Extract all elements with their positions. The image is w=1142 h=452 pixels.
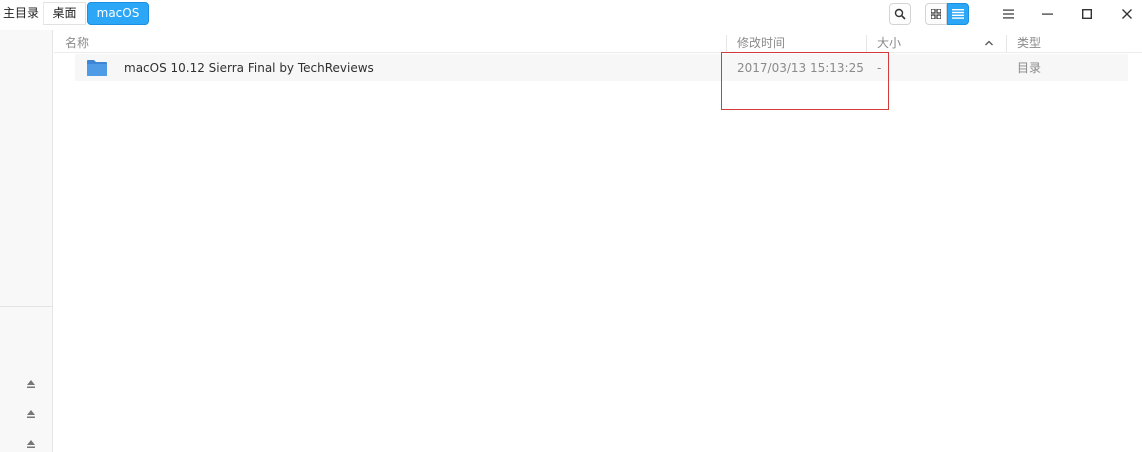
column-header: 名称 修改时间 大小 类型: [54, 35, 1142, 53]
maximize-icon: [1082, 9, 1092, 19]
close-button[interactable]: [1116, 3, 1138, 25]
annotation-highlight-box: [721, 52, 889, 110]
column-size-header[interactable]: 大小: [877, 35, 901, 52]
breadcrumb-home[interactable]: 主目录: [0, 2, 42, 25]
eject-icon[interactable]: [26, 409, 36, 419]
table-row[interactable]: macOS 10.12 Sierra Final by TechReviews …: [75, 54, 1128, 81]
sort-ascending-icon: [985, 40, 993, 46]
list-view-button[interactable]: [947, 3, 969, 25]
search-button[interactable]: [889, 3, 911, 25]
file-type: 目录: [1017, 61, 1042, 75]
breadcrumb-desktop[interactable]: 桌面: [43, 2, 86, 25]
column-separator[interactable]: [866, 35, 867, 52]
menu-button[interactable]: [997, 3, 1019, 25]
maximize-button[interactable]: [1076, 3, 1098, 25]
grid-icon: [931, 9, 941, 19]
folder-icon: [87, 60, 107, 76]
column-separator[interactable]: [726, 35, 727, 52]
minimize-icon: [1041, 13, 1053, 15]
eject-icon[interactable]: [26, 379, 36, 389]
breadcrumb-current[interactable]: macOS: [87, 2, 149, 25]
hamburger-icon: [1002, 9, 1014, 19]
column-type-header[interactable]: 类型: [1017, 35, 1041, 52]
close-icon: [1122, 9, 1132, 19]
column-name-header[interactable]: 名称: [65, 35, 89, 52]
title-bar: 主目录 桌面 macOS: [0, 0, 1142, 30]
minimize-button[interactable]: [1036, 3, 1058, 25]
column-modified-header[interactable]: 修改时间: [737, 35, 785, 52]
icon-view-button[interactable]: [925, 3, 947, 25]
sidebar: [0, 30, 53, 452]
file-name: macOS 10.12 Sierra Final by TechReviews: [124, 61, 374, 75]
eject-icon[interactable]: [26, 439, 36, 449]
sidebar-divider: [0, 306, 53, 307]
search-icon: [894, 8, 906, 20]
list-icon: [952, 9, 964, 19]
column-separator[interactable]: [1006, 35, 1007, 52]
